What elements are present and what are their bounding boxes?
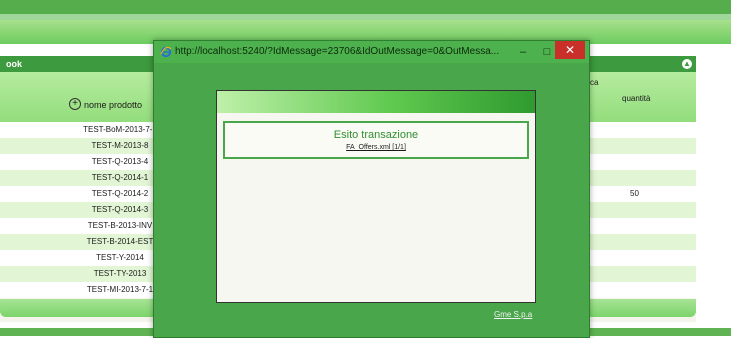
close-button[interactable]: ✕: [555, 41, 585, 59]
result-file-link[interactable]: FA_Offers.xml [1/1]: [225, 144, 527, 151]
footer-company-link[interactable]: Gme S.p.a: [494, 310, 532, 319]
dialog-header: [217, 91, 535, 113]
column-top-label: ca: [590, 78, 599, 87]
ie-browser-icon: [160, 46, 172, 58]
add-circle-icon[interactable]: +: [69, 98, 81, 110]
product-quantity: 50: [630, 189, 639, 198]
column-header-name[interactable]: + nome prodotto: [0, 72, 155, 122]
column-title-quantity: quantità: [622, 94, 651, 103]
minimize-button[interactable]: –: [516, 44, 530, 60]
transaction-dialog: Esito transazione FA_Offers.xml [1/1]: [216, 90, 536, 303]
collapse-icon[interactable]: ▲: [682, 59, 692, 69]
result-title: Esito transazione: [333, 129, 419, 141]
result-box: Esito transazione FA_Offers.xml [1/1]: [223, 121, 529, 159]
popup-content: Esito transazione FA_Offers.xml [1/1] Gm…: [155, 64, 587, 336]
column-header-quantity: ca quantità: [586, 72, 696, 122]
popup-window: http://localhost:5240/?IdMessage=23706&I…: [153, 40, 590, 338]
maximize-button[interactable]: □: [540, 44, 554, 60]
popup-title: http://localhost:5240/?IdMessage=23706&I…: [175, 46, 500, 57]
popup-titlebar[interactable]: http://localhost:5240/?IdMessage=23706&I…: [154, 41, 589, 63]
panel-title: ook: [6, 59, 23, 69]
column-title-name: nome prodotto: [84, 100, 143, 110]
top-banner: [0, 0, 731, 14]
